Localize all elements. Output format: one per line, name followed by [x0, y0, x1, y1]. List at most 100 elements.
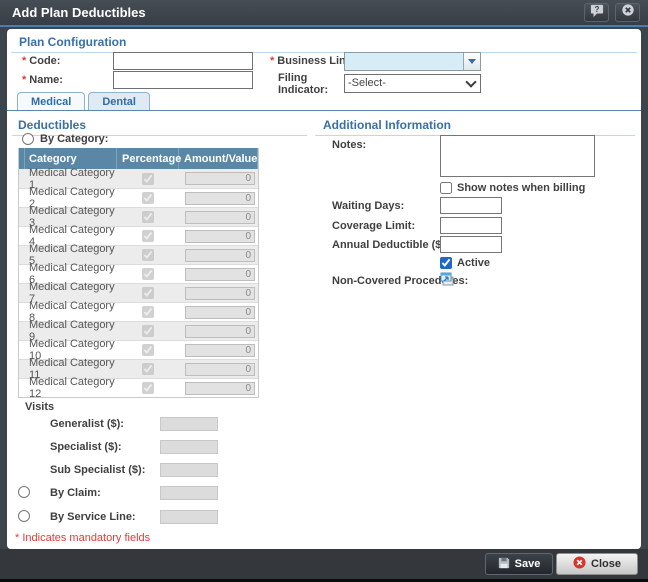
active-checkbox[interactable]: [440, 257, 452, 269]
specialist-input: [160, 440, 218, 454]
table-row: Medical Category 12: [19, 378, 258, 397]
amount-input: [185, 344, 255, 357]
active-option: Active: [440, 257, 490, 269]
generalist-label: Generalist ($):: [50, 418, 124, 430]
by-service-line-option: By Service Line:: [7, 510, 267, 526]
generalist-input: [160, 417, 218, 431]
by-service-line-label: By Service Line:: [50, 511, 136, 523]
by-claim-radio[interactable]: [18, 486, 30, 498]
help-icon: ?: [590, 4, 604, 22]
percentage-checkbox: [142, 192, 154, 204]
code-input[interactable]: [113, 52, 253, 70]
percentage-checkbox: [142, 211, 154, 223]
amount-input: [185, 230, 255, 243]
percentage-checkbox: [142, 382, 154, 394]
show-notes-checkbox[interactable]: [440, 182, 452, 194]
sub-specialist-row: Sub Specialist ($):: [7, 463, 267, 479]
specialist-row: Specialist ($):: [7, 440, 267, 456]
name-input[interactable]: [113, 71, 253, 89]
waiting-days-input[interactable]: [440, 197, 502, 214]
amount-input: [185, 192, 255, 205]
annual-deductible-label: Annual Deductible ($):: [332, 239, 449, 251]
tab-bar: Medical Dental: [7, 92, 641, 111]
percentage-checkbox: [142, 268, 154, 280]
popup-window-icon: [440, 277, 455, 289]
amount-input: [185, 172, 255, 185]
titlebar-close-button[interactable]: [615, 3, 640, 22]
required-marker: *: [22, 74, 26, 86]
add-plan-deductibles-dialog: Add Plan Deductibles ?: [0, 0, 648, 582]
tab-dental[interactable]: Dental: [88, 92, 150, 110]
notes-textarea[interactable]: [440, 135, 595, 177]
coverage-limit-input[interactable]: [440, 217, 502, 234]
by-service-line-input: [160, 510, 218, 524]
generalist-row: Generalist ($):: [7, 417, 267, 433]
active-label: Active: [457, 257, 490, 269]
mandatory-fields-note: * Indicates mandatory fields: [15, 532, 150, 544]
non-covered-procedures-lookup-button[interactable]: [440, 272, 455, 289]
show-notes-option: Show notes when billing: [440, 182, 585, 194]
by-claim-label: By Claim:: [50, 487, 101, 499]
dialog-title: Add Plan Deductibles: [8, 5, 146, 20]
required-marker: *: [22, 55, 26, 67]
by-service-line-radio[interactable]: [18, 510, 30, 522]
red-x-circle-icon: [573, 556, 586, 572]
amount-input: [185, 325, 255, 338]
percentage-checkbox: [142, 363, 154, 375]
waiting-days-label: Waiting Days:: [332, 200, 404, 212]
additional-information-section: Additional Information Notes: Show notes…: [315, 114, 635, 136]
amount-input: [185, 268, 255, 281]
close-button[interactable]: Close: [556, 553, 638, 575]
by-claim-input: [160, 486, 218, 500]
percentage-checkbox: [142, 249, 154, 261]
dialog-content: Plan Configuration * Code: * Name: * Bus…: [7, 29, 641, 549]
help-button[interactable]: ?: [584, 3, 609, 22]
visits-title: Visits: [25, 401, 54, 413]
annual-deductible-input[interactable]: [440, 236, 502, 253]
percentage-header: Percentage: [117, 148, 179, 169]
footer-bar: Save Close: [0, 549, 648, 579]
close-label: Close: [591, 558, 621, 570]
titlebar: Add Plan Deductibles ?: [0, 0, 648, 27]
show-notes-label: Show notes when billing: [457, 182, 585, 194]
save-icon: [498, 557, 510, 572]
by-category-radio[interactable]: [22, 133, 34, 145]
specialist-label: Specialist ($):: [50, 441, 122, 453]
save-button[interactable]: Save: [485, 553, 553, 575]
percentage-checkbox: [142, 344, 154, 356]
save-label: Save: [515, 558, 541, 570]
svg-text:?: ?: [594, 5, 599, 14]
amount-input: [185, 211, 255, 224]
code-label: Code:: [29, 55, 60, 67]
percentage-checkbox: [142, 287, 154, 299]
amount-value-header: Amount/Value: [179, 148, 258, 169]
percentage-checkbox: [142, 173, 154, 185]
amount-input: [185, 249, 255, 262]
amount-input: [185, 306, 255, 319]
amount-input: [185, 382, 255, 395]
business-line-combobox[interactable]: [344, 52, 481, 71]
amount-input: [185, 287, 255, 300]
percentage-checkbox: [142, 325, 154, 337]
chevron-down-icon[interactable]: [463, 53, 480, 70]
sub-specialist-input: [160, 463, 218, 477]
plan-configuration-header: Plan Configuration: [11, 31, 637, 53]
filing-indicator-select[interactable]: -Select-: [344, 74, 481, 93]
category-cell: Medical Category 12: [25, 379, 117, 397]
filing-indicator-select-wrap: -Select-: [344, 73, 481, 92]
by-category-label: By Category:: [40, 133, 108, 145]
percentage-checkbox: [142, 306, 154, 318]
name-label: Name:: [29, 74, 63, 86]
close-icon: [621, 3, 635, 22]
coverage-limit-label: Coverage Limit:: [332, 220, 415, 232]
required-marker: *: [270, 55, 274, 67]
business-line-value: [345, 53, 463, 70]
deductibles-table: Category Percentage Amount/Value Medical…: [18, 148, 259, 398]
by-claim-option: By Claim:: [7, 486, 267, 502]
amount-input: [185, 363, 255, 376]
sub-specialist-label: Sub Specialist ($):: [50, 464, 145, 476]
notes-label: Notes:: [332, 139, 366, 151]
additional-information-header: Additional Information: [315, 114, 635, 136]
by-category-option: By Category:: [22, 133, 108, 145]
tab-medical[interactable]: Medical: [17, 92, 85, 110]
